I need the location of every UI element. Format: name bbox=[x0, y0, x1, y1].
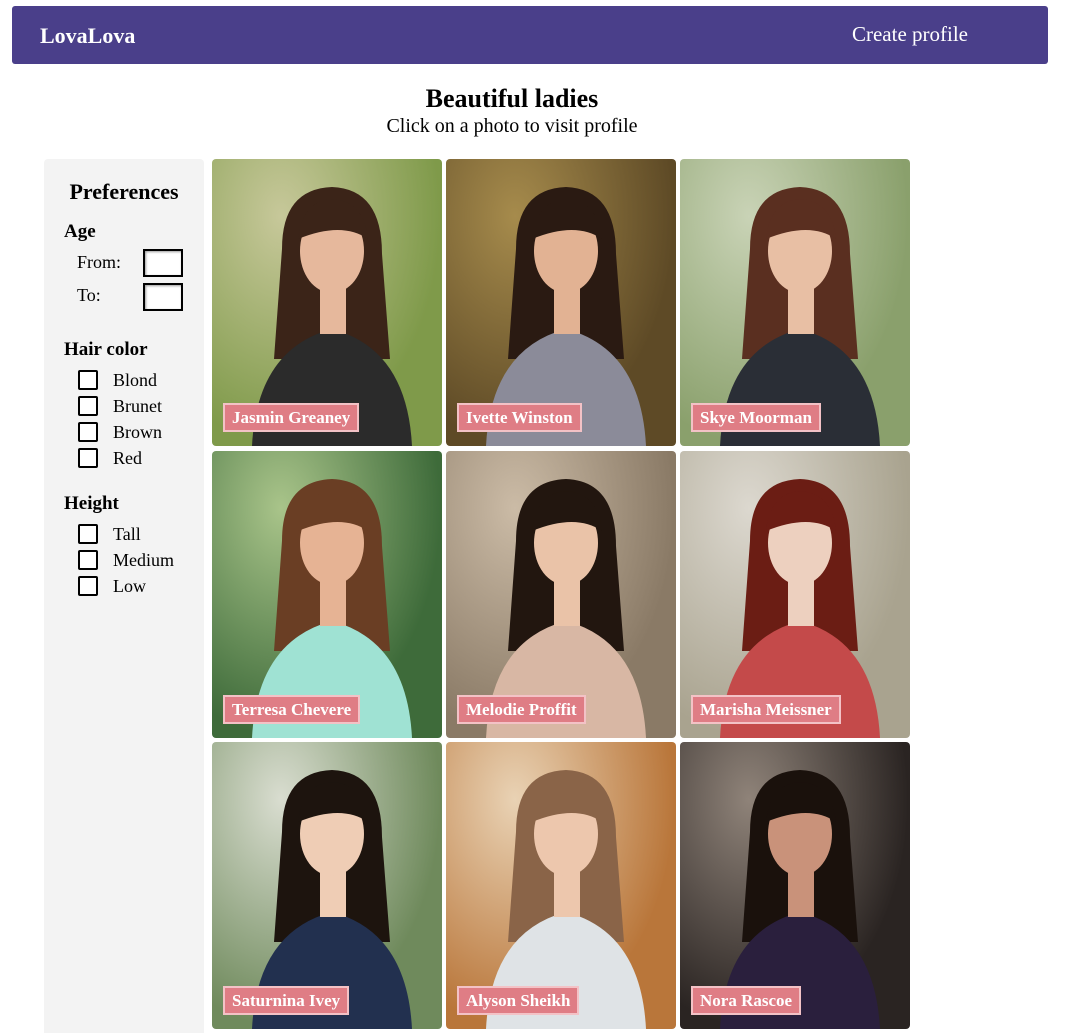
age-from-label: From: bbox=[77, 252, 122, 272]
checkbox[interactable] bbox=[78, 370, 98, 390]
preferences-title: Preferences bbox=[69, 179, 179, 204]
age-from-input[interactable] bbox=[143, 249, 183, 277]
checkbox[interactable] bbox=[78, 524, 98, 544]
profile-card[interactable]: Saturnina Ivey bbox=[212, 742, 442, 1029]
age-to-input[interactable] bbox=[143, 283, 183, 311]
profile-name-tag[interactable]: Alyson Sheikh bbox=[457, 986, 580, 1015]
checkbox-label: Tall bbox=[113, 523, 141, 544]
hair-color-section-title: Hair color bbox=[64, 339, 148, 360]
checkbox[interactable] bbox=[78, 550, 98, 570]
profile-card[interactable]: Alyson Sheikh bbox=[446, 742, 676, 1029]
profile-name-tag[interactable]: Melodie Proffit bbox=[457, 695, 586, 724]
hair-option-blond[interactable]: Blond bbox=[78, 368, 157, 392]
profile-name-tag[interactable]: Saturnina Ivey bbox=[223, 986, 350, 1015]
checkbox[interactable] bbox=[78, 448, 98, 468]
profile-name-tag[interactable]: Jasmin Greaney bbox=[223, 403, 360, 432]
profile-card[interactable]: Ivette Winston bbox=[446, 159, 676, 446]
checkbox-label: Low bbox=[113, 575, 146, 596]
profile-name-tag[interactable]: Ivette Winston bbox=[457, 403, 582, 432]
profile-grid: Jasmin Greaney Ivette Winston Skye Moorman… bbox=[212, 159, 912, 1033]
profile-card[interactable]: Skye Moorman bbox=[680, 159, 910, 446]
age-section-title: Age bbox=[64, 221, 96, 242]
page-subtitle: Click on a photo to visit profile bbox=[386, 115, 638, 137]
profile-card[interactable]: Terresa Chevere bbox=[212, 451, 442, 738]
page-title: Beautiful ladies bbox=[425, 84, 599, 113]
checkbox[interactable] bbox=[78, 396, 98, 416]
hair-option-brunet[interactable]: Brunet bbox=[78, 394, 162, 418]
height-option-tall[interactable]: Tall bbox=[78, 522, 141, 546]
height-option-medium[interactable]: Medium bbox=[78, 548, 174, 572]
checkbox[interactable] bbox=[78, 576, 98, 596]
checkbox-label: Brown bbox=[113, 421, 162, 442]
checkbox-label: Blond bbox=[113, 369, 158, 390]
checkbox-label: Brunet bbox=[113, 395, 162, 416]
profile-card[interactable]: Marisha Meissner bbox=[680, 451, 910, 738]
checkbox-label: Red bbox=[113, 447, 142, 468]
checkbox-label: Medium bbox=[113, 549, 174, 570]
profile-name-tag[interactable]: Marisha Meissner bbox=[691, 695, 841, 724]
profile-card[interactable]: Nora Rascoe bbox=[680, 742, 910, 1029]
height-option-low[interactable]: Low bbox=[78, 574, 146, 598]
height-section-title: Height bbox=[64, 493, 119, 514]
preferences-sidebar: Preferences Age From: To: Hair color Blo… bbox=[44, 159, 204, 1033]
profile-card[interactable]: Jasmin Greaney bbox=[212, 159, 442, 446]
profile-name-tag[interactable]: Skye Moorman bbox=[691, 403, 821, 432]
profile-card[interactable]: Melodie Proffit bbox=[446, 451, 676, 738]
top-navbar: LovaLova Create profile bbox=[12, 6, 1048, 64]
create-profile-link[interactable]: Create profile bbox=[852, 22, 968, 47]
profile-name-tag[interactable]: Terresa Chevere bbox=[223, 695, 361, 724]
checkbox[interactable] bbox=[78, 422, 98, 442]
hair-option-red[interactable]: Red bbox=[78, 446, 142, 470]
profile-name-tag[interactable]: Nora Rascoe bbox=[691, 986, 802, 1015]
brand-logo-link[interactable]: LovaLova bbox=[40, 23, 135, 49]
age-to-label: To: bbox=[77, 285, 101, 305]
hair-option-brown[interactable]: Brown bbox=[78, 420, 162, 444]
page-heading: Beautiful ladies Click on a photo to vis… bbox=[0, 84, 1024, 138]
